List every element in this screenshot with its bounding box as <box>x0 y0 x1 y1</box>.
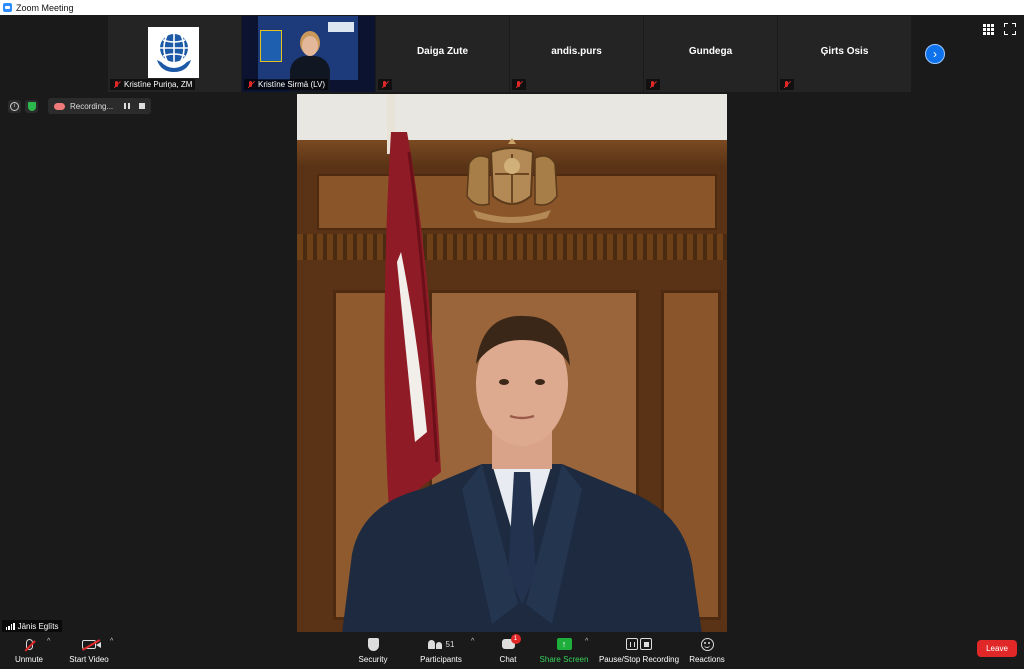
security-label: Security <box>358 655 388 664</box>
stop-icon <box>640 638 652 650</box>
participant-label <box>780 79 794 90</box>
zoom-app-icon <box>3 3 12 12</box>
pause-icon[interactable] <box>124 103 131 109</box>
unmute-label: Unmute <box>14 655 43 664</box>
fullscreen-icon[interactable] <box>1004 23 1016 35</box>
pause-icon <box>626 638 638 650</box>
chat-icon: 1 <box>501 634 521 649</box>
gallery-view-icon[interactable] <box>983 24 994 35</box>
security-shield-icon <box>367 637 379 651</box>
meeting-status-bar: i Recording... <box>8 98 152 114</box>
participant-tile[interactable]: Kristīne Puriņa, ZM <box>108 16 241 92</box>
participant-label: Kristīne Sirmā (LV) <box>244 79 328 90</box>
video-options-caret[interactable]: ^ <box>110 638 113 645</box>
pause-stop-recording-label: Pause/Stop Recording <box>598 655 680 664</box>
chat-label: Chat <box>499 655 517 664</box>
participant-name: Kristīne Sirmā (LV) <box>258 80 325 89</box>
share-screen-icon: ↑ <box>556 638 572 650</box>
participant-tile[interactable]: Daiga Zute <box>376 16 509 92</box>
mic-muted-icon <box>381 80 389 89</box>
mic-muted-icon <box>25 638 33 650</box>
cloud-recording-icon <box>54 102 65 110</box>
mic-muted-icon <box>783 80 791 89</box>
active-speaker-video <box>297 94 727 632</box>
stop-icon[interactable] <box>139 103 146 109</box>
participants-icon <box>427 639 442 649</box>
mic-muted-icon <box>113 80 121 89</box>
participants-button[interactable]: 51 Participants <box>418 632 464 669</box>
participant-tile[interactable]: Gundega <box>644 16 777 92</box>
participant-label <box>512 79 526 90</box>
reactions-icon <box>700 637 714 651</box>
recording-indicator: Recording... <box>48 98 152 114</box>
reactions-label: Reactions <box>689 655 725 664</box>
chat-unread-badge: 1 <box>510 634 521 644</box>
audio-options-caret[interactable]: ^ <box>47 638 50 645</box>
start-video-label: Start Video <box>69 655 109 664</box>
share-screen-button[interactable]: ↑ Share Screen <box>539 632 589 669</box>
participants-options-caret[interactable]: ^ <box>471 638 474 645</box>
share-screen-label: Share Screen <box>539 655 589 664</box>
participant-name: andis.purs <box>551 46 602 57</box>
speaker-person <box>342 315 702 632</box>
coat-of-arms <box>466 138 558 223</box>
share-options-caret[interactable]: ^ <box>585 638 588 645</box>
participant-name: Kristīne Puriņa, ZM <box>124 80 193 89</box>
info-icon: i <box>10 101 19 111</box>
mic-muted-icon <box>515 80 523 89</box>
participant-label <box>378 79 392 90</box>
participant-label: Kristīne Puriņa, ZM <box>110 79 196 90</box>
camera-off-icon <box>82 639 101 649</box>
leave-button[interactable]: Leave <box>977 640 1017 657</box>
participant-name: Gundega <box>688 46 733 57</box>
window-titlebar: Zoom Meeting <box>0 0 1024 15</box>
participant-tile[interactable]: andis.purs <box>510 16 643 92</box>
active-speaker-label: Jānis Eglīts <box>2 620 63 632</box>
participant-name: Ģirts Osis <box>820 46 869 57</box>
security-button[interactable]: Security <box>355 632 391 669</box>
chat-button[interactable]: 1 Chat <box>494 632 522 669</box>
participant-tile[interactable]: Kristīne Sirmā (LV) <box>242 16 375 92</box>
participants-label: Participants <box>420 655 462 664</box>
next-page-icon[interactable]: › <box>925 44 945 64</box>
participant-name: Daiga Zute <box>416 46 469 57</box>
pause-stop-recording-button[interactable]: Pause/Stop Recording <box>598 632 680 669</box>
unmute-button[interactable]: Unmute <box>12 632 46 669</box>
shield-icon <box>27 101 36 111</box>
meeting-toolbar: Unmute ^ Start Video ^ Security 51 Parti… <box>0 632 1024 669</box>
participant-label <box>646 79 660 90</box>
encryption-status[interactable] <box>25 99 38 113</box>
participant-tile[interactable]: Ģirts Osis <box>778 16 911 92</box>
window-title: Zoom Meeting <box>16 2 74 13</box>
globe-hands-logo <box>148 27 199 78</box>
mic-muted-icon <box>649 80 657 89</box>
mic-muted-icon <box>247 80 255 89</box>
start-video-button[interactable]: Start Video <box>66 632 112 669</box>
reactions-button[interactable]: Reactions <box>687 632 727 669</box>
active-speaker-name: Jānis Eglīts <box>17 621 59 631</box>
participant-strip: Kristīne Puriņa, ZM Kristīne Sirmā (LV) … <box>108 16 911 92</box>
meeting-info-button[interactable]: i <box>8 99 21 113</box>
audio-level-icon <box>6 622 15 630</box>
participants-count: 51 <box>445 639 455 649</box>
recording-text: Recording... <box>70 101 114 111</box>
